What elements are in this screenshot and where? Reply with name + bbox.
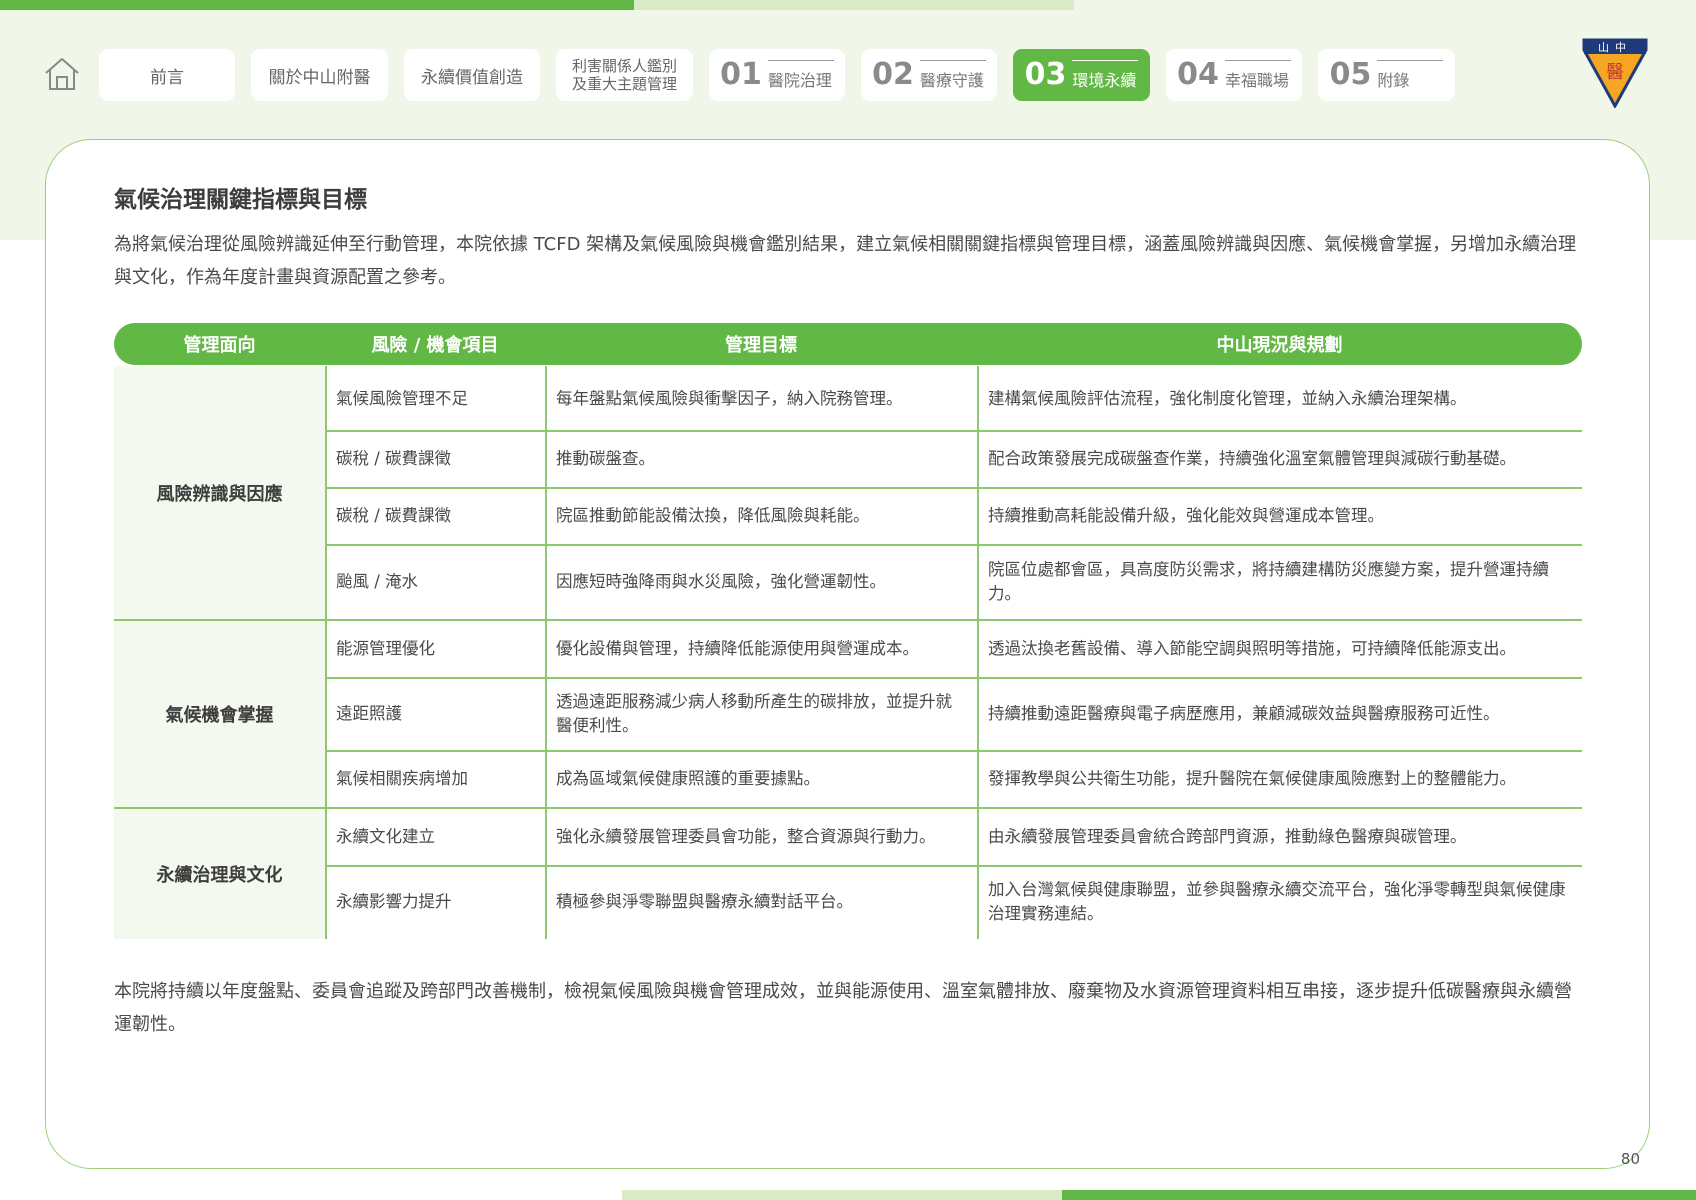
bottom-accent-bar — [1062, 1190, 1696, 1200]
nav-tab-label: 環境永續 — [1072, 70, 1137, 90]
col-header-status: 中山現況與規劃 — [1216, 335, 1343, 356]
nav-tab-label: 醫院治理 — [767, 70, 832, 90]
nav-tab-stakeholders[interactable]: 利害關係人鑑別 及重大主題管理 — [556, 49, 693, 101]
table-cell-target: 積極參與淨零聯盟與醫療永續對話平台。 — [546, 866, 976, 938]
nav-tab-label: 關於中山附醫 — [268, 67, 371, 88]
nav-tab-number: 01 — [720, 57, 762, 92]
col-header-target: 管理目標 — [725, 335, 797, 356]
table-cell-status: 由永續發展管理委員會統合跨部門資源，推動綠色醫療與碳管理。 — [978, 809, 1582, 865]
nav-tab-label: 附錄 — [1377, 70, 1410, 90]
section-heading: 氣候治理關鍵指標與目標 — [114, 187, 367, 213]
table-cell-target: 因應短時強降雨與水災風險，強化營運韌性。 — [546, 545, 976, 619]
table-cell-item: 永續影響力提升 — [326, 866, 544, 938]
table-cell-item: 遠距照護 — [326, 678, 544, 750]
closing-paragraph: 本院將持續以年度盤點、委員會追蹤及跨部門改善機制，檢視氣候風險與機會管理成效，並… — [114, 981, 1572, 1035]
table-cell-target: 強化永續發展管理委員會功能，整合資源與行動力。 — [546, 809, 976, 865]
table-divider — [545, 366, 547, 939]
table-cell-item: 碳稅 / 碳費課徵 — [326, 431, 544, 487]
nav-tab-number: 03 — [1024, 57, 1067, 92]
table-divider — [325, 544, 1582, 546]
group-cell-governance: 永續治理與文化 — [114, 808, 325, 939]
table-cell-target: 成為區域氣候健康照護的重要據點。 — [546, 751, 976, 807]
nav-tab-04-workplace[interactable]: 04 幸福職場 — [1166, 49, 1302, 101]
top-accent-bar — [0, 0, 634, 10]
table-cell-target: 透過遠距服務減少病人移動所產生的碳排放，並提升就醫便利性。 — [546, 678, 976, 750]
group-cell-risk: 風險辨識與因應 — [114, 366, 325, 620]
table-cell-status: 持續推動遠距醫療與電子病歷應用，兼顧減碳效益與醫療服務可近性。 — [978, 678, 1582, 750]
table-cell-status: 加入台灣氣候與健康聯盟，並參與醫療永續交流平台，強化淨零轉型與氣候健康治理實務連… — [978, 866, 1582, 938]
intro-paragraph: 為將氣候治理從風險辨識延伸至行動管理，本院依據 TCFD 架構及氣候風險與機會鑑… — [114, 234, 1577, 288]
logo-badge: 醫 — [1606, 62, 1624, 83]
table-divider — [325, 366, 327, 939]
table-cell-item: 碳稅 / 碳費課徵 — [326, 488, 544, 544]
nav-tab-01-governance[interactable]: 01 醫院治理 — [709, 49, 845, 101]
nav-tab-label: 醫療守護 — [919, 70, 984, 90]
table-cell-item: 能源管理優化 — [326, 621, 544, 677]
page-number: 80 — [1620, 1150, 1640, 1168]
nav-tab-label: 永續價值創造 — [421, 67, 523, 88]
table-divider — [325, 677, 1582, 679]
col-header-item: 風險 / 機會項目 — [371, 335, 499, 356]
nav-tab-02-care[interactable]: 02 醫療守護 — [861, 49, 997, 101]
table-cell-item: 氣候相關疾病增加 — [326, 751, 544, 807]
nav-tab-03-environment[interactable]: 03 環境永續 — [1013, 49, 1150, 101]
table-cell-target: 推動碳盤查。 — [546, 431, 976, 487]
nav-tab-number: 05 — [1329, 57, 1372, 92]
nav-tab-number: 04 — [1177, 57, 1219, 92]
top-accent-bar-light — [634, 0, 1074, 10]
table-divider — [114, 807, 1582, 809]
table-cell-status: 建構氣候風險評估流程，強化制度化管理，並納入永續治理架構。 — [978, 367, 1582, 430]
table-cell-status: 院區位處都會區，具高度防災需求，將持續建構防災應變方案，提升營運持續力。 — [978, 545, 1582, 619]
table-cell-item: 氣候風險管理不足 — [326, 367, 544, 430]
table-cell-status: 發揮教學與公共衛生功能，提升醫院在氣候健康風險應對上的整體能力。 — [978, 751, 1582, 807]
group-cell-opportunity: 氣候機會掌握 — [114, 620, 325, 808]
table-cell-target: 優化設備與管理，持續降低能源使用與營運成本。 — [546, 621, 976, 677]
home-button[interactable] — [40, 52, 84, 96]
nav-tab-value-creation[interactable]: 永續價值創造 — [404, 49, 540, 101]
hospital-logo[interactable]: 山中 醫 — [1581, 36, 1649, 110]
nav-tab-number: 02 — [872, 57, 914, 92]
nav-tab-label-line1: 利害關係人鑑別 — [571, 57, 677, 75]
logo-text: 山中 — [1598, 41, 1632, 54]
table-divider — [325, 430, 1582, 432]
nav-tab-label: 前言 — [150, 67, 184, 88]
bottom-accent-bar-light — [622, 1190, 1062, 1200]
table-cell-target: 院區推動節能設備汰換，降低風險與耗能。 — [546, 488, 976, 544]
table-header: 管理面向 風險 / 機會項目 管理目標 中山現況與規劃 — [114, 323, 1582, 365]
table-cell-target: 每年盤點氣候風險與衝擊因子，納入院務管理。 — [546, 367, 976, 430]
home-icon — [45, 58, 79, 90]
col-header-aspect: 管理面向 — [183, 335, 256, 356]
table-divider — [977, 366, 979, 939]
table-divider — [114, 619, 1582, 621]
table-cell-status: 持續推動高耗能設備升級，強化能效與營運成本管理。 — [978, 488, 1582, 544]
table-divider — [325, 865, 1582, 867]
nav-tab-05-appendix[interactable]: 05 附錄 — [1318, 49, 1455, 101]
table-cell-status: 透過汰換老舊設備、導入節能空調與照明等措施，可持續降低能源支出。 — [978, 621, 1582, 677]
nav-tab-label: 幸福職場 — [1224, 70, 1289, 90]
table-cell-status: 配合政策發展完成碳盤查作業，持續強化溫室氣體管理與減碳行動基礎。 — [978, 431, 1582, 487]
nav-tab-about[interactable]: 關於中山附醫 — [251, 49, 388, 101]
nav-tab-preface[interactable]: 前言 — [99, 49, 235, 101]
table-cell-item: 颱風 / 淹水 — [326, 545, 544, 619]
table-divider — [325, 750, 1582, 752]
table-cell-item: 永續文化建立 — [326, 809, 544, 865]
table-divider — [325, 487, 1582, 489]
nav-tab-label-line2: 及重大主題管理 — [571, 75, 677, 93]
